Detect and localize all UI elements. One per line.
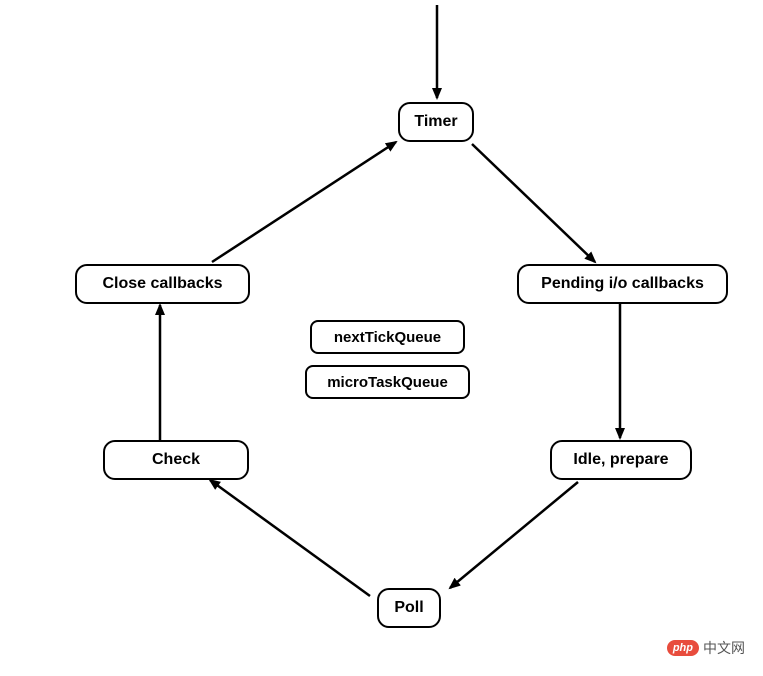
node-poll: Poll	[377, 588, 441, 628]
watermark-text: 中文网	[703, 638, 745, 658]
node-label: Timer	[414, 113, 457, 131]
watermark: php 中文网	[667, 638, 745, 658]
center-nexttick: nextTickQueue	[310, 320, 465, 354]
node-pending: Pending i/o callbacks	[517, 264, 728, 304]
node-label: Check	[152, 451, 200, 469]
center-label: microTaskQueue	[327, 374, 448, 391]
node-idle: Idle, prepare	[550, 440, 692, 480]
node-label: Close callbacks	[102, 275, 222, 293]
center-label: nextTickQueue	[334, 329, 441, 346]
watermark-badge: php	[667, 640, 699, 656]
center-microtask: microTaskQueue	[305, 365, 470, 399]
node-timer: Timer	[398, 102, 474, 142]
node-close: Close callbacks	[75, 264, 250, 304]
node-label: Idle, prepare	[573, 451, 668, 469]
node-check: Check	[103, 440, 249, 480]
node-label: Pending i/o callbacks	[541, 275, 704, 293]
node-label: Poll	[394, 599, 423, 617]
